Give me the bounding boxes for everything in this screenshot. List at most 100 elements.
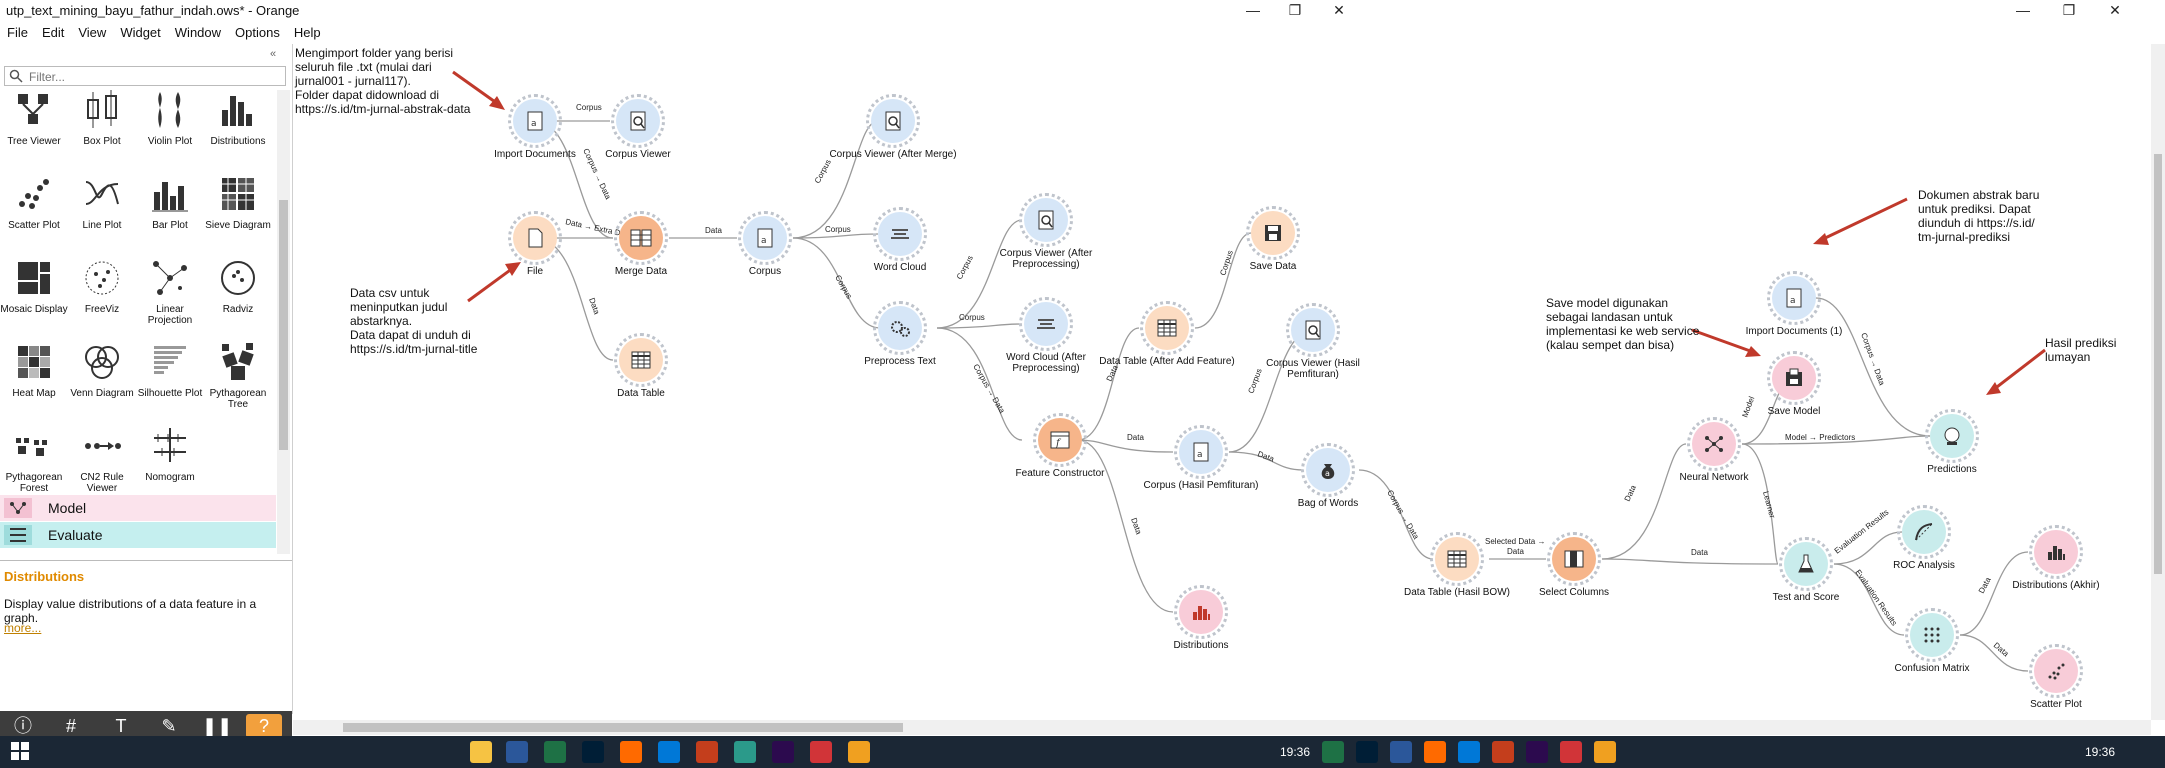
outer-maximize-button[interactable]: ❐ — [2046, 0, 2092, 22]
info-toggle-icon[interactable]: ⓘ — [8, 714, 38, 738]
powerpoint-icon[interactable] — [1492, 741, 1514, 763]
excel-icon[interactable] — [1322, 741, 1344, 763]
widget-cn2-rule-viewer[interactable]: CN2 Rule Viewer — [68, 424, 136, 494]
canvas-horizontal-scrollbar[interactable] — [293, 720, 2151, 735]
note-prediction-result[interactable]: Hasil prediksi lumayan — [2045, 336, 2116, 364]
pause-icon[interactable]: ❚❚ — [202, 714, 232, 738]
note-csv-data[interactable]: Data csv untuk meninputkan judul abstarkny… — [350, 286, 477, 356]
widget-bar-plot[interactable]: Bar Plot — [136, 172, 204, 231]
menu-file[interactable]: File — [0, 23, 35, 42]
filter-input[interactable] — [27, 69, 281, 85]
vscode-icon[interactable] — [1458, 741, 1480, 763]
word-icon[interactable] — [1390, 741, 1412, 763]
widget-nomogram[interactable]: Nomogram — [136, 424, 204, 483]
widget-distributions[interactable]: Distributions — [204, 88, 272, 147]
category-evaluate[interactable]: Evaluate — [0, 522, 276, 548]
silhouette-plot-icon — [147, 340, 193, 384]
category-model[interactable]: Model — [0, 495, 276, 521]
note-new-document[interactable]: Dokumen abstrak baru untuk prediksi. Dapa… — [1918, 188, 2039, 244]
brave-icon[interactable] — [620, 741, 642, 763]
edge-label: Data — [1129, 517, 1143, 536]
filter-box[interactable] — [4, 66, 286, 86]
premiere-icon[interactable] — [1526, 741, 1548, 763]
app-icon[interactable] — [810, 741, 832, 763]
category-label: Model — [48, 500, 87, 516]
info-more-link[interactable]: more... — [4, 621, 41, 635]
photoshop-icon[interactable] — [582, 741, 604, 763]
file-icon — [513, 216, 557, 260]
data-table-icon — [1435, 537, 1479, 581]
widget-line-plot[interactable]: Line Plot — [68, 172, 136, 231]
orange-app-icon[interactable] — [1594, 741, 1616, 763]
widget-mosaic-display[interactable]: Mosaic Display — [0, 256, 68, 315]
photoshop-icon[interactable] — [1356, 741, 1378, 763]
scrollbar-thumb[interactable] — [279, 200, 288, 450]
widget-pythagorean-tree[interactable]: Pythagorean Tree — [204, 340, 272, 410]
orange-app-icon[interactable] — [848, 741, 870, 763]
svg-text:a: a — [1325, 469, 1330, 478]
widget-sieve-diagram[interactable]: Sieve Diagram — [204, 172, 272, 231]
edge-label: Data — [705, 226, 722, 235]
widget-tree-viewer[interactable]: Tree Viewer — [0, 88, 68, 147]
widget-violin-plot[interactable]: Violin Plot — [136, 88, 204, 147]
svg-text:a: a — [531, 119, 537, 129]
widget-label: Distributions — [210, 136, 266, 147]
taskbar-clock-right[interactable]: 19:36 — [2085, 745, 2115, 759]
note-import-folder[interactable]: Mengimport folder yang berisi seluruh fil… — [295, 46, 470, 116]
feature-constructor-icon: f — [1038, 418, 1082, 462]
note-save-model[interactable]: Save model digunakan sebagai landasan unt… — [1546, 296, 1699, 352]
windows-start-icon[interactable] — [10, 741, 32, 763]
close-button[interactable]: ✕ — [1316, 0, 1362, 22]
widget-label: Radviz — [222, 304, 254, 315]
widget-venn-diagram[interactable]: Venn Diagram — [68, 340, 136, 399]
text-annotation-icon[interactable]: T — [106, 714, 136, 738]
canvas-vertical-scrollbar[interactable] — [2151, 44, 2165, 720]
minimize-button[interactable]: — — [1230, 0, 1276, 22]
widget-box-plot[interactable]: Box Plot — [68, 88, 136, 147]
menu-view[interactable]: View — [71, 23, 113, 42]
taskbar-clock[interactable]: 19:36 — [1280, 745, 1310, 759]
window-title: utp_text_mining_bayu_fathur_indah.ows* -… — [6, 3, 300, 18]
corpus-viewer-icon — [871, 99, 915, 143]
widget-radviz[interactable]: Radviz — [204, 256, 272, 315]
menu-widget[interactable]: Widget — [113, 23, 167, 42]
data-table-icon — [619, 338, 663, 382]
grid-icon[interactable]: # — [56, 714, 86, 738]
menu-options[interactable]: Options — [228, 23, 287, 42]
word-icon[interactable] — [506, 741, 528, 763]
premiere-icon[interactable] — [772, 741, 794, 763]
collapse-panel-button[interactable]: « — [270, 48, 276, 60]
arrow-annotation-icon[interactable]: ✎ — [154, 714, 184, 738]
help-icon[interactable]: ? — [246, 714, 282, 738]
widget-scrollbar[interactable] — [277, 90, 290, 554]
maximize-button[interactable]: ❐ — [1272, 0, 1318, 22]
word-cloud-icon — [1024, 302, 1068, 346]
scrollbar-thumb[interactable] — [2154, 154, 2162, 574]
app-icon[interactable] — [734, 741, 756, 763]
widget-linear-projection[interactable]: Linear Projection — [136, 256, 204, 326]
category-label: Evaluate — [48, 527, 103, 543]
bar-plot-icon — [147, 172, 193, 216]
edge-label: Model → Predictors — [1785, 433, 1855, 442]
outer-minimize-button[interactable]: — — [2000, 0, 2046, 22]
distributions-icon — [215, 88, 261, 132]
excel-icon[interactable] — [544, 741, 566, 763]
powerpoint-icon[interactable] — [696, 741, 718, 763]
widget-scatter-plot[interactable]: Scatter Plot — [0, 172, 68, 231]
brave-icon[interactable] — [1424, 741, 1446, 763]
file-explorer-icon[interactable] — [470, 741, 492, 763]
vscode-icon[interactable] — [658, 741, 680, 763]
widget-heat-map[interactable]: Heat Map — [0, 340, 68, 399]
widget-pythagorean-forest[interactable]: Pythagorean Forest — [0, 424, 68, 494]
test-and-score-icon — [1784, 542, 1828, 586]
menu-edit[interactable]: Edit — [35, 23, 71, 42]
menu-window[interactable]: Window — [168, 23, 228, 42]
widget-label: FreeViz — [84, 304, 120, 315]
app-icon[interactable] — [1560, 741, 1582, 763]
widget-silhouette-plot[interactable]: Silhouette Plot — [136, 340, 204, 399]
menu-help[interactable]: Help — [287, 23, 328, 42]
scrollbar-thumb[interactable] — [343, 723, 903, 732]
outer-close-button[interactable]: ✕ — [2092, 0, 2138, 22]
widget-freeviz[interactable]: FreeViz — [68, 256, 136, 315]
workflow-canvas[interactable]: Corpus Corpus → Data Data → Extra Data D… — [293, 44, 2151, 720]
